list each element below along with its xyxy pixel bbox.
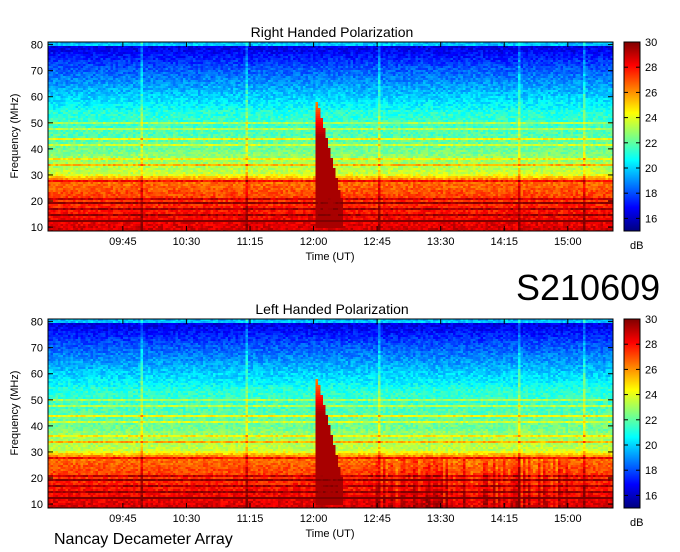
y-tick-label: 60 [31,369,43,381]
x-tick-label: 15:00 [554,236,582,248]
x-axis-label: Time (UT) [305,528,354,540]
y-tick-label: 70 [31,66,43,78]
y-tick-label: 40 [31,421,43,433]
y-tick-label: 10 [31,222,43,234]
colorbar-label: dB [630,517,643,529]
figure-id: S210609 [516,267,660,308]
colorbar-tick-label: 20 [645,440,657,452]
colorbar [623,41,641,232]
y-tick-label: 60 [31,92,43,104]
colorbar-tick-label: 18 [645,188,657,200]
x-tick-label: 09:45 [109,513,137,525]
footer-text: Nancay Decameter Array [54,531,233,548]
x-tick-label: 12:00 [300,513,328,525]
colorbar-tick-label: 26 [645,364,657,376]
colorbar-tick-label: 22 [645,415,657,427]
colorbar-tick-label: 28 [645,62,657,74]
y-axis-label: Frequency (MHz) [9,94,21,179]
x-tick-label: 10:30 [173,236,201,248]
x-tick-label: 11:15 [237,513,264,525]
x-tick-label: 13:30 [427,236,455,248]
colorbar-tick-label: 28 [645,339,657,351]
y-axis-label: Frequency (MHz) [9,371,21,456]
spectrogram-heatmap [48,319,613,508]
y-tick-label: 30 [31,170,43,182]
chart-title: Right Handed Polarization [251,24,414,40]
y-tick-label: 80 [31,40,43,52]
y-tick-label: 20 [31,196,43,208]
colorbar-tick-label: 22 [645,138,657,150]
colorbar-tick-label: 16 [645,490,657,502]
y-tick-label: 10 [31,499,43,511]
x-tick-label: 13:30 [427,513,455,525]
left-polarization-panel: Left Handed Polarization 09:45 10:30 11:15… [9,301,657,540]
x-tick-label: 12:45 [363,236,391,248]
y-tick-label: 50 [31,395,43,407]
colorbar-tick-label: 30 [645,314,657,326]
colorbar-tick-label: 24 [645,113,657,125]
x-tick-label: 15:00 [554,513,582,525]
y-tick-label: 70 [31,343,43,355]
y-tick-label: 80 [31,317,43,329]
x-tick-label: 14:15 [490,236,518,248]
colorbar-tick-label: 20 [645,163,657,175]
y-tick-label: 50 [31,118,43,130]
colorbar-tick-label: 26 [645,87,657,99]
colorbar-tick-label: 18 [645,465,657,477]
chart-title: Left Handed Polarization [255,301,408,317]
y-tick-label: 40 [31,144,43,156]
x-tick-label: 12:00 [300,236,328,248]
colorbar [623,318,641,509]
spectrogram-heatmap [48,42,613,231]
colorbar-tick-label: 16 [645,213,657,225]
x-tick-label: 12:45 [363,513,391,525]
y-tick-label: 20 [31,473,43,485]
x-tick-label: 09:45 [109,236,137,248]
x-tick-label: 11:15 [237,236,264,248]
colorbar-tick-label: 24 [645,390,657,402]
right-polarization-panel: Right Handed Polarization 09:45 10:30 11:1… [9,24,657,263]
y-tick-label: 30 [31,447,43,459]
colorbar-tick-label: 30 [645,37,657,49]
x-tick-label: 14:15 [490,513,518,525]
figure: Right Handed Polarization 09:45 10:30 11:1… [9,24,660,548]
x-axis-label: Time (UT) [305,251,354,263]
colorbar-label: dB [630,240,643,252]
x-tick-label: 10:30 [173,513,201,525]
